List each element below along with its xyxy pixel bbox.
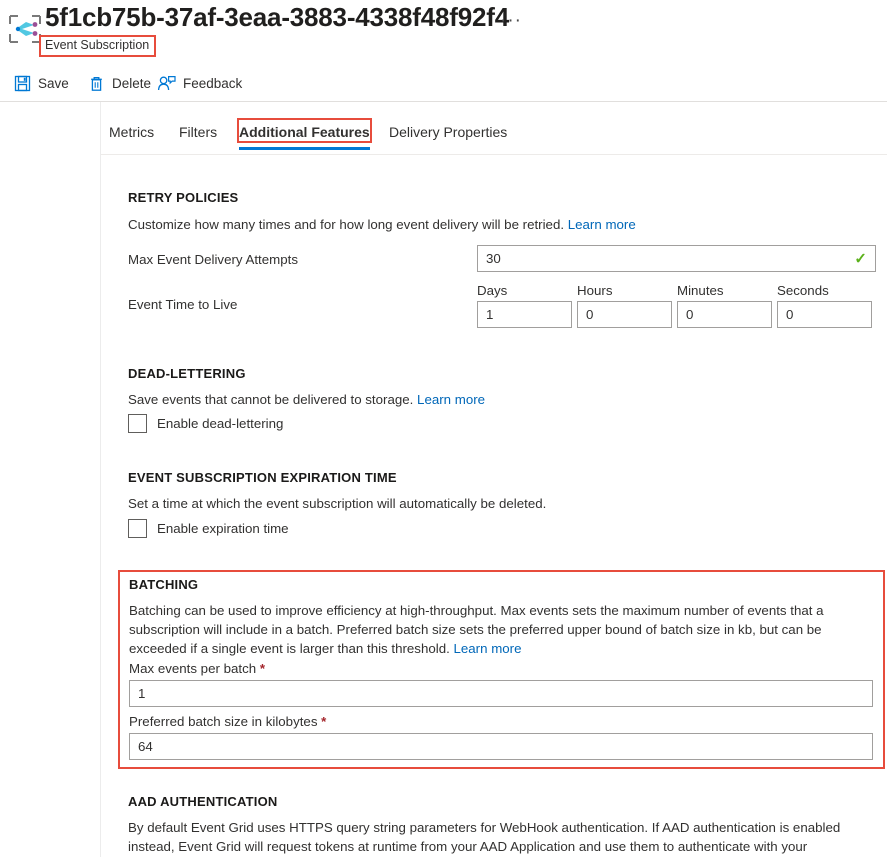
valid-check-icon: ✓ [854, 250, 867, 267]
command-bar: Save Delete Feedback [0, 66, 887, 100]
dead-lettering-heading: DEAD-LETTERING [128, 366, 246, 381]
required-asterisk: * [321, 714, 327, 729]
tab-additional-features[interactable]: Additional Features [239, 118, 370, 146]
max-events-per-batch-label-text: Max events per batch [129, 661, 257, 676]
page-title: 5f1cb75b-37af-3eaa-3883-4338f48f92f4 [45, 2, 509, 32]
max-events-per-batch-input[interactable]: 1 [129, 680, 873, 707]
aad-description-text: By default Event Grid uses HTTPS query s… [128, 820, 841, 854]
ttl-hours-label: Hours [577, 283, 613, 298]
max-events-per-batch-value: 1 [138, 686, 146, 701]
event-subscription-icon [8, 14, 42, 44]
preferred-batch-size-input[interactable]: 64 [129, 733, 873, 760]
batching-heading: BATCHING [129, 577, 199, 592]
ttl-hours-value: 0 [586, 307, 594, 322]
enable-dead-lettering-row[interactable]: Enable dead-lettering [128, 414, 283, 433]
feedback-person-icon [157, 75, 176, 92]
tab-delivery-properties[interactable]: Delivery Properties [389, 118, 507, 146]
tab-bar-divider [101, 154, 887, 155]
batching-description: Batching can be used to improve efficien… [129, 601, 871, 658]
enable-dead-lettering-checkbox[interactable] [128, 414, 147, 433]
max-events-per-batch-label: Max events per batch * [129, 661, 265, 676]
ttl-hours-input[interactable]: 0 [577, 301, 672, 328]
required-asterisk: * [259, 661, 266, 676]
delete-button[interactable]: Delete [88, 66, 151, 100]
preferred-batch-size-label-text: Preferred batch size in kilobytes [129, 714, 318, 729]
ttl-days-input[interactable]: 1 [477, 301, 572, 328]
tab-bar: Metrics Filters Additional Features Deli… [101, 110, 887, 154]
expiration-time-heading: EVENT SUBSCRIPTION EXPIRATION TIME [128, 470, 397, 485]
max-event-delivery-attempts-label: Max Event Delivery Attempts [128, 252, 298, 267]
ttl-minutes-label: Minutes [677, 283, 724, 298]
batching-learn-more-link[interactable]: Learn more [454, 641, 522, 656]
ttl-days-value: 1 [486, 307, 494, 322]
expiration-time-description: Set a time at which the event subscripti… [128, 496, 547, 511]
delete-label: Delete [112, 75, 152, 91]
tab-metrics[interactable]: Metrics [109, 118, 154, 146]
ttl-seconds-label: Seconds [777, 283, 829, 298]
feedback-button[interactable]: Feedback [157, 66, 242, 100]
preferred-batch-size-label: Preferred batch size in kilobytes * [129, 714, 326, 729]
max-event-delivery-attempts-input[interactable]: 30 ✓ [477, 245, 876, 272]
aad-authentication-heading: AAD AUTHENTICATION [128, 794, 278, 809]
enable-expiration-time-row[interactable]: Enable expiration time [128, 519, 289, 538]
ttl-minutes-input[interactable]: 0 [677, 301, 772, 328]
dead-lettering-description: Save events that cannot be delivered to … [128, 390, 748, 409]
enable-expiration-time-label: Enable expiration time [157, 521, 289, 536]
resource-type-subtitle: Event Subscription [39, 35, 157, 57]
ttl-days-label: Days [477, 283, 508, 298]
save-icon [14, 75, 31, 92]
enable-dead-lettering-label: Enable dead-lettering [157, 416, 284, 431]
aad-authentication-description: By default Event Grid uses HTTPS query s… [128, 818, 870, 857]
sidebar-divider [100, 102, 101, 857]
retry-policies-description: Customize how many times and for how lon… [128, 215, 748, 234]
enable-expiration-time-checkbox[interactable] [128, 519, 147, 538]
max-event-delivery-attempts-value: 30 [486, 251, 501, 266]
save-button[interactable]: Save [14, 66, 69, 100]
retry-learn-more-link[interactable]: Learn more [568, 217, 636, 232]
retry-policies-heading: RETRY POLICIES [128, 190, 239, 205]
header-divider [0, 101, 887, 102]
event-time-to-live-label: Event Time to Live [128, 297, 238, 312]
dead-lettering-description-text: Save events that cannot be delivered to … [128, 392, 414, 407]
tab-selected-indicator [239, 147, 370, 150]
retry-description-text: Customize how many times and for how lon… [128, 217, 565, 232]
preferred-batch-size-value: 64 [138, 739, 153, 754]
ttl-seconds-value: 0 [786, 307, 794, 322]
tab-filters[interactable]: Filters [179, 118, 217, 146]
dead-lettering-learn-more-link[interactable]: Learn more [417, 392, 485, 407]
feedback-label: Feedback [183, 75, 243, 91]
more-options-button[interactable]: ··· [500, 10, 522, 32]
ttl-minutes-value: 0 [686, 307, 694, 322]
save-label: Save [38, 75, 69, 91]
event-subscription-page: 5f1cb75b-37af-3eaa-3883-4338f48f92f4 ···… [0, 0, 887, 857]
trash-icon [88, 75, 105, 92]
ttl-seconds-input[interactable]: 0 [777, 301, 872, 328]
